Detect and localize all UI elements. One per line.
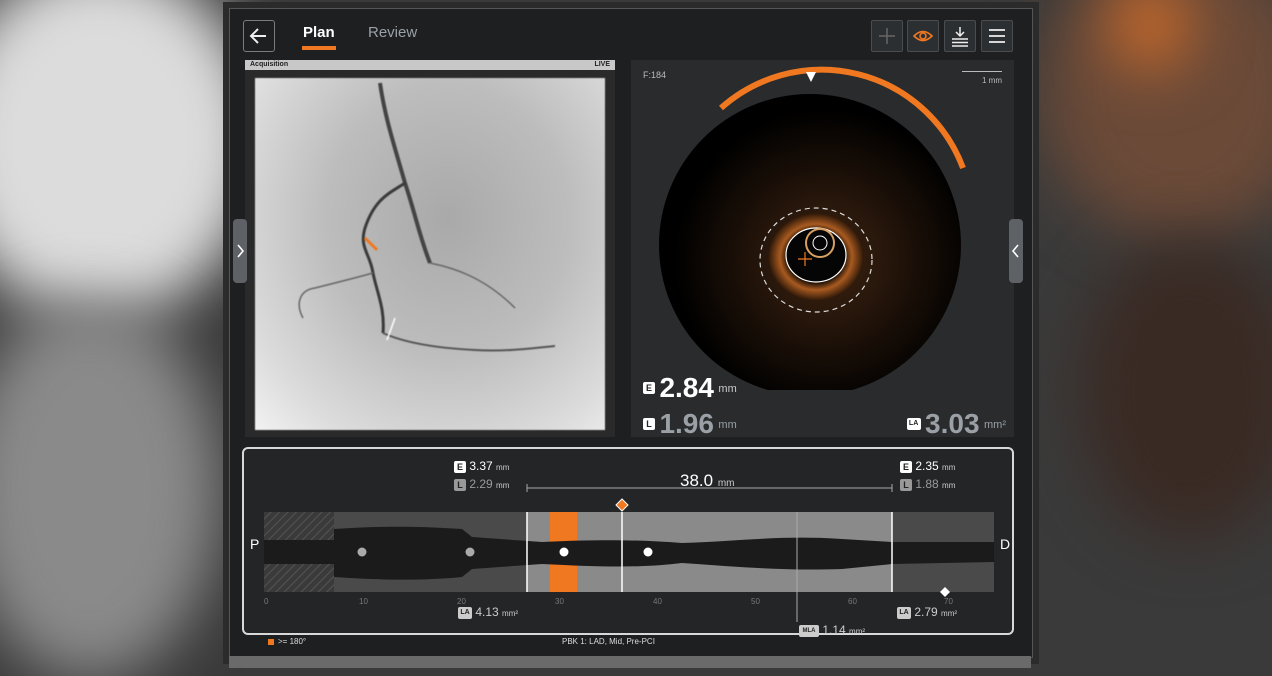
download-icon: [952, 27, 968, 47]
tick-30: 30: [555, 597, 564, 606]
top-bar: Plan Review: [230, 9, 1032, 61]
eem-measurement: E 2.84 mm: [643, 372, 737, 404]
la-badge: LA: [906, 418, 921, 430]
oct-cross-section-panel: F:184 1 mm E 2.84 mm L 1.96 mm LA 3.03 m…: [631, 60, 1014, 440]
axis-ticks: 0 10 20 30 40 50 60 70: [264, 597, 953, 606]
la-unit: mm²: [984, 419, 1006, 432]
distal-lumen-area: LA 2.79 mm²: [897, 605, 957, 619]
prox-la-unit: mm²: [502, 609, 519, 618]
left-panel-handle[interactable]: [233, 219, 247, 283]
frame-cursor-icon: [615, 498, 629, 512]
menu-icon: [989, 29, 1005, 43]
eem-value: 2.84: [659, 372, 714, 403]
tab-review[interactable]: Review: [368, 24, 417, 41]
arrow-left-icon: [249, 28, 266, 44]
mla-value: 1.14: [822, 623, 846, 637]
lumen-value: 1.96: [659, 408, 714, 439]
lumen-badge: L: [643, 418, 655, 430]
add-button[interactable]: [871, 20, 903, 52]
eem-badge: E: [643, 382, 655, 394]
prox-la-badge: LA: [458, 606, 472, 619]
mla-unit: mm²: [849, 627, 866, 636]
prox-la-value: 4.13: [475, 605, 499, 619]
device-bottom-bezel: [229, 656, 1031, 668]
tick-60: 60: [848, 597, 857, 606]
acquisition-label: Acquisition: [250, 61, 289, 68]
longitudinal-panel: E 3.37 mm L 2.29 mm 38.0 mm E 2.35 mm L …: [242, 447, 1014, 637]
tab-plan[interactable]: Plan: [303, 24, 335, 41]
eem-unit: mm: [718, 383, 737, 396]
chevron-left-icon: [1011, 244, 1019, 258]
back-button[interactable]: [243, 20, 275, 52]
plus-icon: [879, 28, 895, 44]
angiography-panel: Acquisition LIVE: [245, 60, 615, 437]
proximal-lumen-area: LA 4.13 mm²: [458, 605, 518, 619]
calcium-legend-label: >= 180°: [278, 637, 307, 646]
tick-40: 40: [653, 597, 662, 606]
frame-marker-icon: [806, 72, 816, 82]
dist-la-badge: LA: [897, 606, 911, 619]
minimum-lumen-area: MLA 1.14 mm²: [799, 623, 865, 637]
dist-la-unit: mm²: [941, 609, 958, 618]
export-button[interactable]: [944, 20, 976, 52]
live-label: LIVE: [594, 61, 610, 68]
study-info: PBK 1: LAD, Mid, Pre-PCI: [562, 637, 655, 646]
calcium-legend-swatch: [268, 639, 274, 645]
eye-icon: [912, 30, 934, 42]
la-value: 3.03: [925, 408, 980, 439]
mla-badge: MLA: [799, 624, 819, 637]
right-panel-handle[interactable]: [1009, 219, 1023, 283]
dist-la-value: 2.79: [914, 605, 938, 619]
tab-active-indicator: [302, 46, 336, 50]
vessel-overlay: [298, 82, 556, 352]
tick-10: 10: [359, 597, 368, 606]
lumen-unit: mm: [718, 419, 737, 432]
tick-0: 0: [264, 597, 269, 606]
angio-header: Acquisition LIVE: [245, 60, 615, 70]
angiogram-image[interactable]: [255, 78, 605, 430]
view-toggle-button[interactable]: [907, 20, 939, 52]
app-screen: Plan Review Acquisition LIVE F:184 1 mm …: [229, 8, 1033, 658]
footer-bar: >= 180° PBK 1: LAD, Mid, Pre-PCI: [230, 637, 1032, 657]
lumen-area-measurement: LA 3.03 mm²: [906, 408, 1006, 440]
chevron-right-icon: [237, 244, 245, 258]
menu-button[interactable]: [981, 20, 1013, 52]
tick-50: 50: [751, 597, 760, 606]
lumen-measurement: L 1.96 mm: [643, 408, 737, 440]
oct-image[interactable]: [631, 60, 1014, 390]
